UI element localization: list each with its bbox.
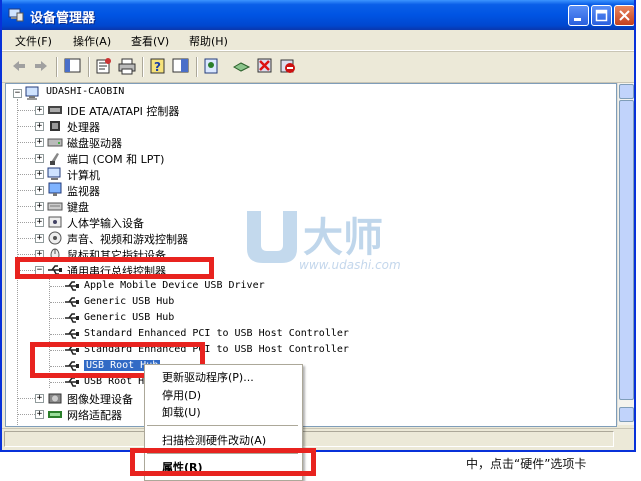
watermark-url: www.udashi.com (299, 258, 401, 270)
minimize-button[interactable] (568, 5, 589, 26)
category-label[interactable]: 图像处理设备 (67, 391, 133, 407)
category-label[interactable]: 磁盘驱动器 (67, 135, 122, 151)
cpu-icon (50, 121, 60, 131)
ctx-scan-hardware[interactable]: 扫描检测硬件改动(A) (162, 432, 266, 448)
category-label[interactable]: IDE ATA/ATAPI 控制器 (67, 103, 179, 119)
usb-device-label[interactable]: Standard Enhanced PCI to USB Host Contro… (84, 328, 349, 339)
ctx-uninstall[interactable]: 卸载(U) (162, 404, 201, 420)
usb-device-label[interactable]: Generic USB Hub (84, 296, 174, 307)
menu-view[interactable]: 查看(V) (131, 33, 169, 49)
menu-help[interactable]: 帮助(H) (189, 33, 228, 49)
expand-toggle[interactable]: + (35, 122, 44, 131)
watermark-brand: 大师 (303, 215, 383, 261)
expand-toggle[interactable]: + (35, 154, 44, 163)
window-title: 设备管理器 (30, 11, 96, 26)
category-label[interactable]: 网络适配器 (67, 407, 122, 423)
category-label[interactable]: 端口 (COM 和 LPT) (67, 151, 164, 167)
properties-icon[interactable] (95, 57, 113, 75)
scroll-thumb[interactable] (619, 100, 634, 400)
disable-icon[interactable] (279, 57, 297, 75)
print-icon[interactable] (118, 57, 136, 75)
usb-device-icon (65, 281, 79, 291)
expand-toggle[interactable]: + (35, 170, 44, 179)
maximize-icon (595, 9, 608, 22)
imaging-icon (48, 393, 62, 404)
minimize-icon (574, 18, 581, 21)
status-bar (2, 428, 634, 450)
monitor-icon (48, 182, 62, 196)
keyboard-icon (47, 202, 63, 211)
sound-icon (48, 231, 62, 245)
category-label[interactable]: 监视器 (67, 183, 100, 199)
uninstall-icon[interactable] (256, 57, 274, 75)
expand-toggle[interactable]: + (35, 394, 44, 403)
computer-icon (25, 86, 39, 100)
title-bar[interactable]: 设备管理器 (2, 0, 634, 30)
show-hide-console-tree-icon[interactable] (64, 57, 82, 75)
ide-icon (48, 106, 62, 114)
expand-toggle[interactable]: + (35, 234, 44, 243)
toolbar: ? (2, 51, 634, 83)
close-button[interactable] (614, 5, 634, 26)
port-icon (50, 153, 59, 165)
category-label[interactable]: 处理器 (67, 119, 100, 135)
expand-toggle[interactable]: + (35, 186, 44, 195)
status-cell (4, 431, 614, 447)
menu-action[interactable]: 操作(A) (73, 33, 111, 49)
scroll-down-button[interactable] (619, 407, 634, 422)
usb-device-label[interactable]: Apple Mobile Device USB Driver (84, 280, 265, 291)
expand-toggle[interactable]: + (35, 138, 44, 147)
export-icon[interactable] (172, 57, 190, 75)
usb-device-icon (65, 297, 79, 307)
scroll-up-button[interactable] (619, 84, 634, 99)
usb-device-label[interactable]: Generic USB Hub (84, 312, 174, 323)
expand-toggle[interactable]: + (35, 106, 44, 115)
expand-toggle[interactable]: + (35, 218, 44, 227)
highlight-properties (130, 448, 316, 476)
help-icon[interactable]: ? (149, 57, 167, 75)
category-label[interactable]: 人体学输入设备 (67, 215, 144, 231)
vertical-scrollbar[interactable] (617, 83, 634, 425)
expand-toggle[interactable]: + (35, 202, 44, 211)
expand-toggle[interactable]: + (35, 410, 44, 419)
category-label[interactable]: 键盘 (67, 199, 89, 215)
computer-icon (47, 167, 61, 180)
ctx-disable[interactable]: 停用(D) (162, 387, 201, 403)
disk-drive-icon (47, 138, 63, 147)
hid-icon (48, 216, 62, 228)
update-driver-icon[interactable] (233, 57, 251, 75)
menu-file[interactable]: 文件(F) (15, 33, 52, 49)
highlight-usb-category (15, 257, 214, 279)
forward-icon[interactable] (32, 57, 50, 75)
svg-text:?: ? (154, 60, 161, 74)
scan-hardware-icon[interactable] (203, 57, 221, 75)
network-icon (48, 411, 62, 418)
back-icon[interactable] (10, 57, 28, 75)
tree-root-label: UDASHI-CAOBIN (46, 86, 125, 97)
category-label[interactable]: 声音、视频和游戏控制器 (67, 231, 188, 247)
udashi-watermark: 大师 www.udashi.com (247, 211, 401, 270)
usb-device-icon (65, 313, 79, 323)
root-collapse-toggle[interactable]: − (13, 89, 22, 98)
usb-device-icon (65, 329, 79, 339)
maximize-button[interactable] (591, 5, 612, 26)
background-document-text: 中，点击“硬件”选项卡 (466, 457, 587, 471)
device-manager-icon (8, 8, 24, 22)
close-icon (619, 10, 630, 21)
ctx-update-driver[interactable]: 更新驱动程序(P)... (162, 369, 254, 385)
menu-bar: 文件(F) 操作(A) 查看(V) 帮助(H) (2, 30, 634, 51)
category-label[interactable]: 计算机 (67, 167, 100, 183)
